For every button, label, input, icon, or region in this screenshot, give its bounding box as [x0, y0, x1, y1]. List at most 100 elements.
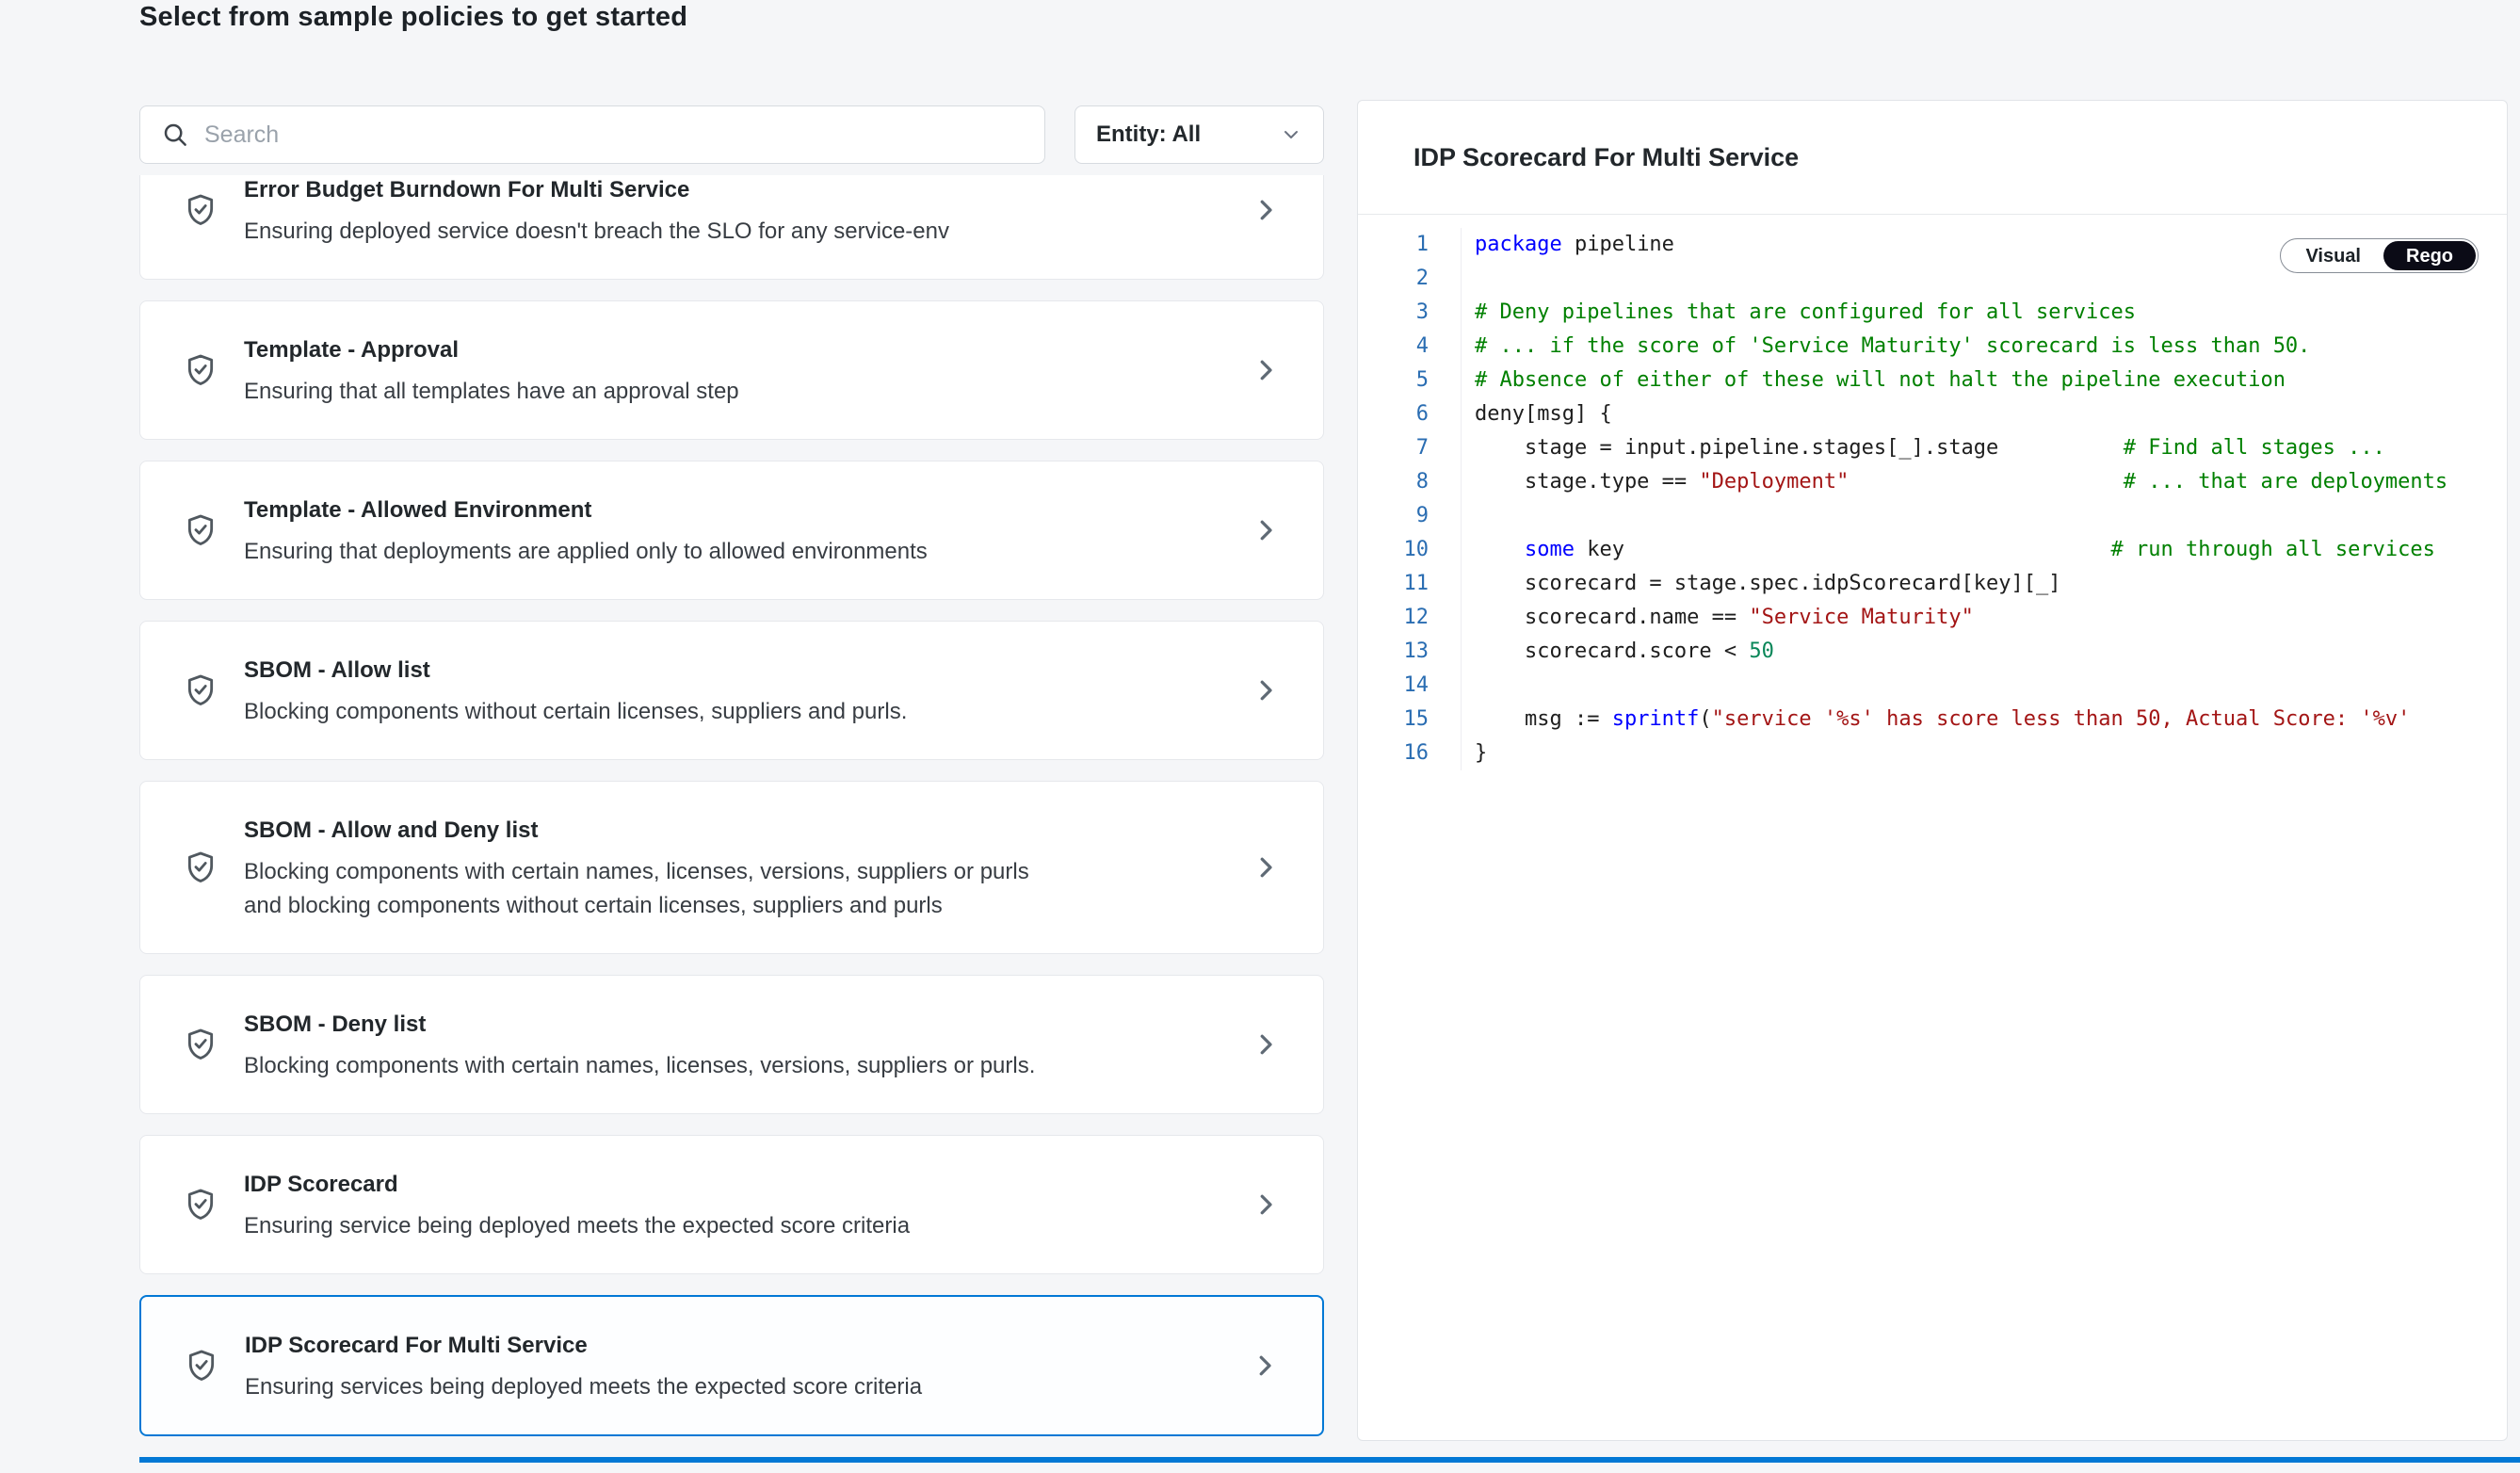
code-line-text [1462, 499, 1475, 533]
shield-check-icon [183, 1345, 220, 1386]
chevron-down-icon [1280, 123, 1302, 146]
policy-title: Template - Approval [244, 332, 1144, 369]
code-line-text: stage.type == "Deployment" # ... that ar… [1462, 465, 2447, 499]
policy-card[interactable]: IDP Scorecard For Multi Service Ensuring … [139, 1295, 1324, 1436]
policy-card[interactable]: Error Budget Burndown For Multi Service E… [139, 175, 1324, 280]
toggle-option-visual[interactable]: Visual [2283, 241, 2383, 270]
policy-detail-panel: IDP Scorecard For Multi Service Visual R… [1357, 100, 2508, 1441]
policy-card[interactable]: SBOM - Deny list Blocking components with… [139, 975, 1324, 1114]
code-line-text: some key # run through all services [1462, 533, 2435, 567]
line-number: 2 [1358, 262, 1462, 296]
shield-check-icon [182, 189, 219, 231]
policy-description: Ensuring that all templates have an appr… [244, 375, 1073, 409]
code-line-text [1462, 669, 1475, 703]
policy-description: Ensuring services being deployed meets t… [245, 1370, 1074, 1404]
search-box [139, 105, 1045, 164]
line-number: 10 [1358, 533, 1462, 567]
chevron-right-icon [1251, 1352, 1279, 1380]
shield-check-icon [182, 349, 219, 391]
policy-card[interactable]: Template - Approval Ensuring that all tem… [139, 300, 1324, 440]
line-number: 12 [1358, 601, 1462, 635]
code-line: 4# ... if the score of 'Service Maturity… [1358, 330, 2507, 364]
search-icon [161, 121, 189, 149]
chevron-right-icon [1252, 1030, 1280, 1059]
code-line: 10 some key # run through all services [1358, 533, 2507, 567]
line-number: 14 [1358, 669, 1462, 703]
policy-text: IDP Scorecard For Multi Service Ensuring … [245, 1327, 1143, 1404]
toggle-option-rego[interactable]: Rego [2383, 241, 2476, 270]
code-line: 3# Deny pipelines that are configured fo… [1358, 296, 2507, 330]
chevron-right-icon [1252, 676, 1280, 704]
code-line-text: msg := sprintf("service '%s' has score l… [1462, 703, 2410, 736]
entity-filter-label: Entity: All [1096, 121, 1201, 148]
line-number: 5 [1358, 364, 1462, 397]
code-line-text: stage = input.pipeline.stages[_].stage #… [1462, 431, 2385, 465]
code-line: 11 scorecard = stage.spec.idpScorecard[k… [1358, 567, 2507, 601]
code-line-text: scorecard.score < 50 [1462, 635, 1774, 669]
shield-check-icon [182, 510, 219, 551]
code-line: 7 stage = input.pipeline.stages[_].stage… [1358, 431, 2507, 465]
line-number: 9 [1358, 499, 1462, 533]
policy-text: SBOM - Deny list Blocking components with… [244, 1006, 1144, 1083]
policy-text: Template - Allowed Environment Ensuring t… [244, 492, 1144, 569]
policy-text: Template - Approval Ensuring that all tem… [244, 332, 1144, 409]
line-number: 8 [1358, 465, 1462, 499]
shield-check-icon [182, 1184, 219, 1225]
policy-card[interactable]: SBOM - Allow and Deny listBlocking compo… [139, 781, 1324, 954]
line-number: 1 [1358, 228, 1462, 262]
policy-title: SBOM - Allow and Deny list [244, 812, 1144, 850]
chevron-right-icon [1252, 1190, 1280, 1219]
chevron-right-icon [1252, 853, 1280, 882]
code-line-text: scorecard.name == "Service Maturity" [1462, 601, 1974, 635]
line-number: 11 [1358, 567, 1462, 601]
policy-title: SBOM - Allow list [244, 652, 1144, 689]
code-line: 9 [1358, 499, 2507, 533]
policy-description: Ensuring service being deployed meets th… [244, 1209, 1073, 1243]
code-line-text: # ... if the score of 'Service Maturity'… [1462, 330, 2310, 364]
policy-description: Blocking components with certain names, … [244, 1049, 1073, 1083]
line-number: 6 [1358, 397, 1462, 431]
code-line: 5# Absence of either of these will not h… [1358, 364, 2507, 397]
panel-header: IDP Scorecard For Multi Service [1358, 101, 2507, 215]
chevron-right-icon [1252, 356, 1280, 384]
line-number: 3 [1358, 296, 1462, 330]
line-number: 7 [1358, 431, 1462, 465]
code-line-text: } [1462, 736, 1487, 770]
policy-title: IDP Scorecard [244, 1166, 1144, 1204]
panel-title: IDP Scorecard For Multi Service [1413, 143, 1799, 172]
bottom-accent-bar [139, 1457, 2520, 1463]
line-number: 13 [1358, 635, 1462, 669]
code-line: 15 msg := sprintf("service '%s' has scor… [1358, 703, 2507, 736]
chevron-right-icon [1252, 516, 1280, 544]
line-number: 15 [1358, 703, 1462, 736]
search-input[interactable] [204, 121, 1024, 149]
policy-title: SBOM - Deny list [244, 1006, 1144, 1044]
policy-title: IDP Scorecard For Multi Service [245, 1327, 1143, 1365]
entity-filter-dropdown[interactable]: Entity: All [1074, 105, 1324, 164]
policy-list: Error Budget Burndown For Multi Service E… [139, 175, 1324, 1437]
shield-check-icon [182, 847, 219, 888]
code-line-text [1462, 262, 1475, 296]
policy-description: Blocking components without certain lice… [244, 695, 1073, 729]
code-line-text: deny[msg] { [1462, 397, 1612, 431]
code-line: 6deny[msg] { [1358, 397, 2507, 431]
page-title: Select from sample policies to get start… [139, 2, 687, 33]
code-line: 8 stage.type == "Deployment" # ... that … [1358, 465, 2507, 499]
shield-check-icon [182, 670, 219, 711]
code-line: 16} [1358, 736, 2507, 770]
policy-title: Error Budget Burndown For Multi Service [244, 175, 1144, 209]
policy-description: Ensuring that deployments are applied on… [244, 535, 1073, 569]
policy-card[interactable]: IDP Scorecard Ensuring service being depl… [139, 1135, 1324, 1274]
policy-text: Error Budget Burndown For Multi Service E… [244, 175, 1144, 249]
code-line-text: scorecard = stage.spec.idpScorecard[key]… [1462, 567, 2061, 601]
policy-description: Ensuring deployed service doesn't breach… [244, 215, 1073, 249]
line-number: 16 [1358, 736, 1462, 770]
chevron-right-icon [1252, 196, 1280, 224]
code-line: 13 scorecard.score < 50 [1358, 635, 2507, 669]
code-line: 12 scorecard.name == "Service Maturity" [1358, 601, 2507, 635]
code-editor[interactable]: 1package pipeline23# Deny pipelines that… [1358, 215, 2507, 770]
policy-title: Template - Allowed Environment [244, 492, 1144, 529]
policy-card[interactable]: SBOM - Allow list Blocking components wit… [139, 621, 1324, 760]
code-line-text: # Deny pipelines that are configured for… [1462, 296, 2136, 330]
policy-card[interactable]: Template - Allowed Environment Ensuring t… [139, 461, 1324, 600]
